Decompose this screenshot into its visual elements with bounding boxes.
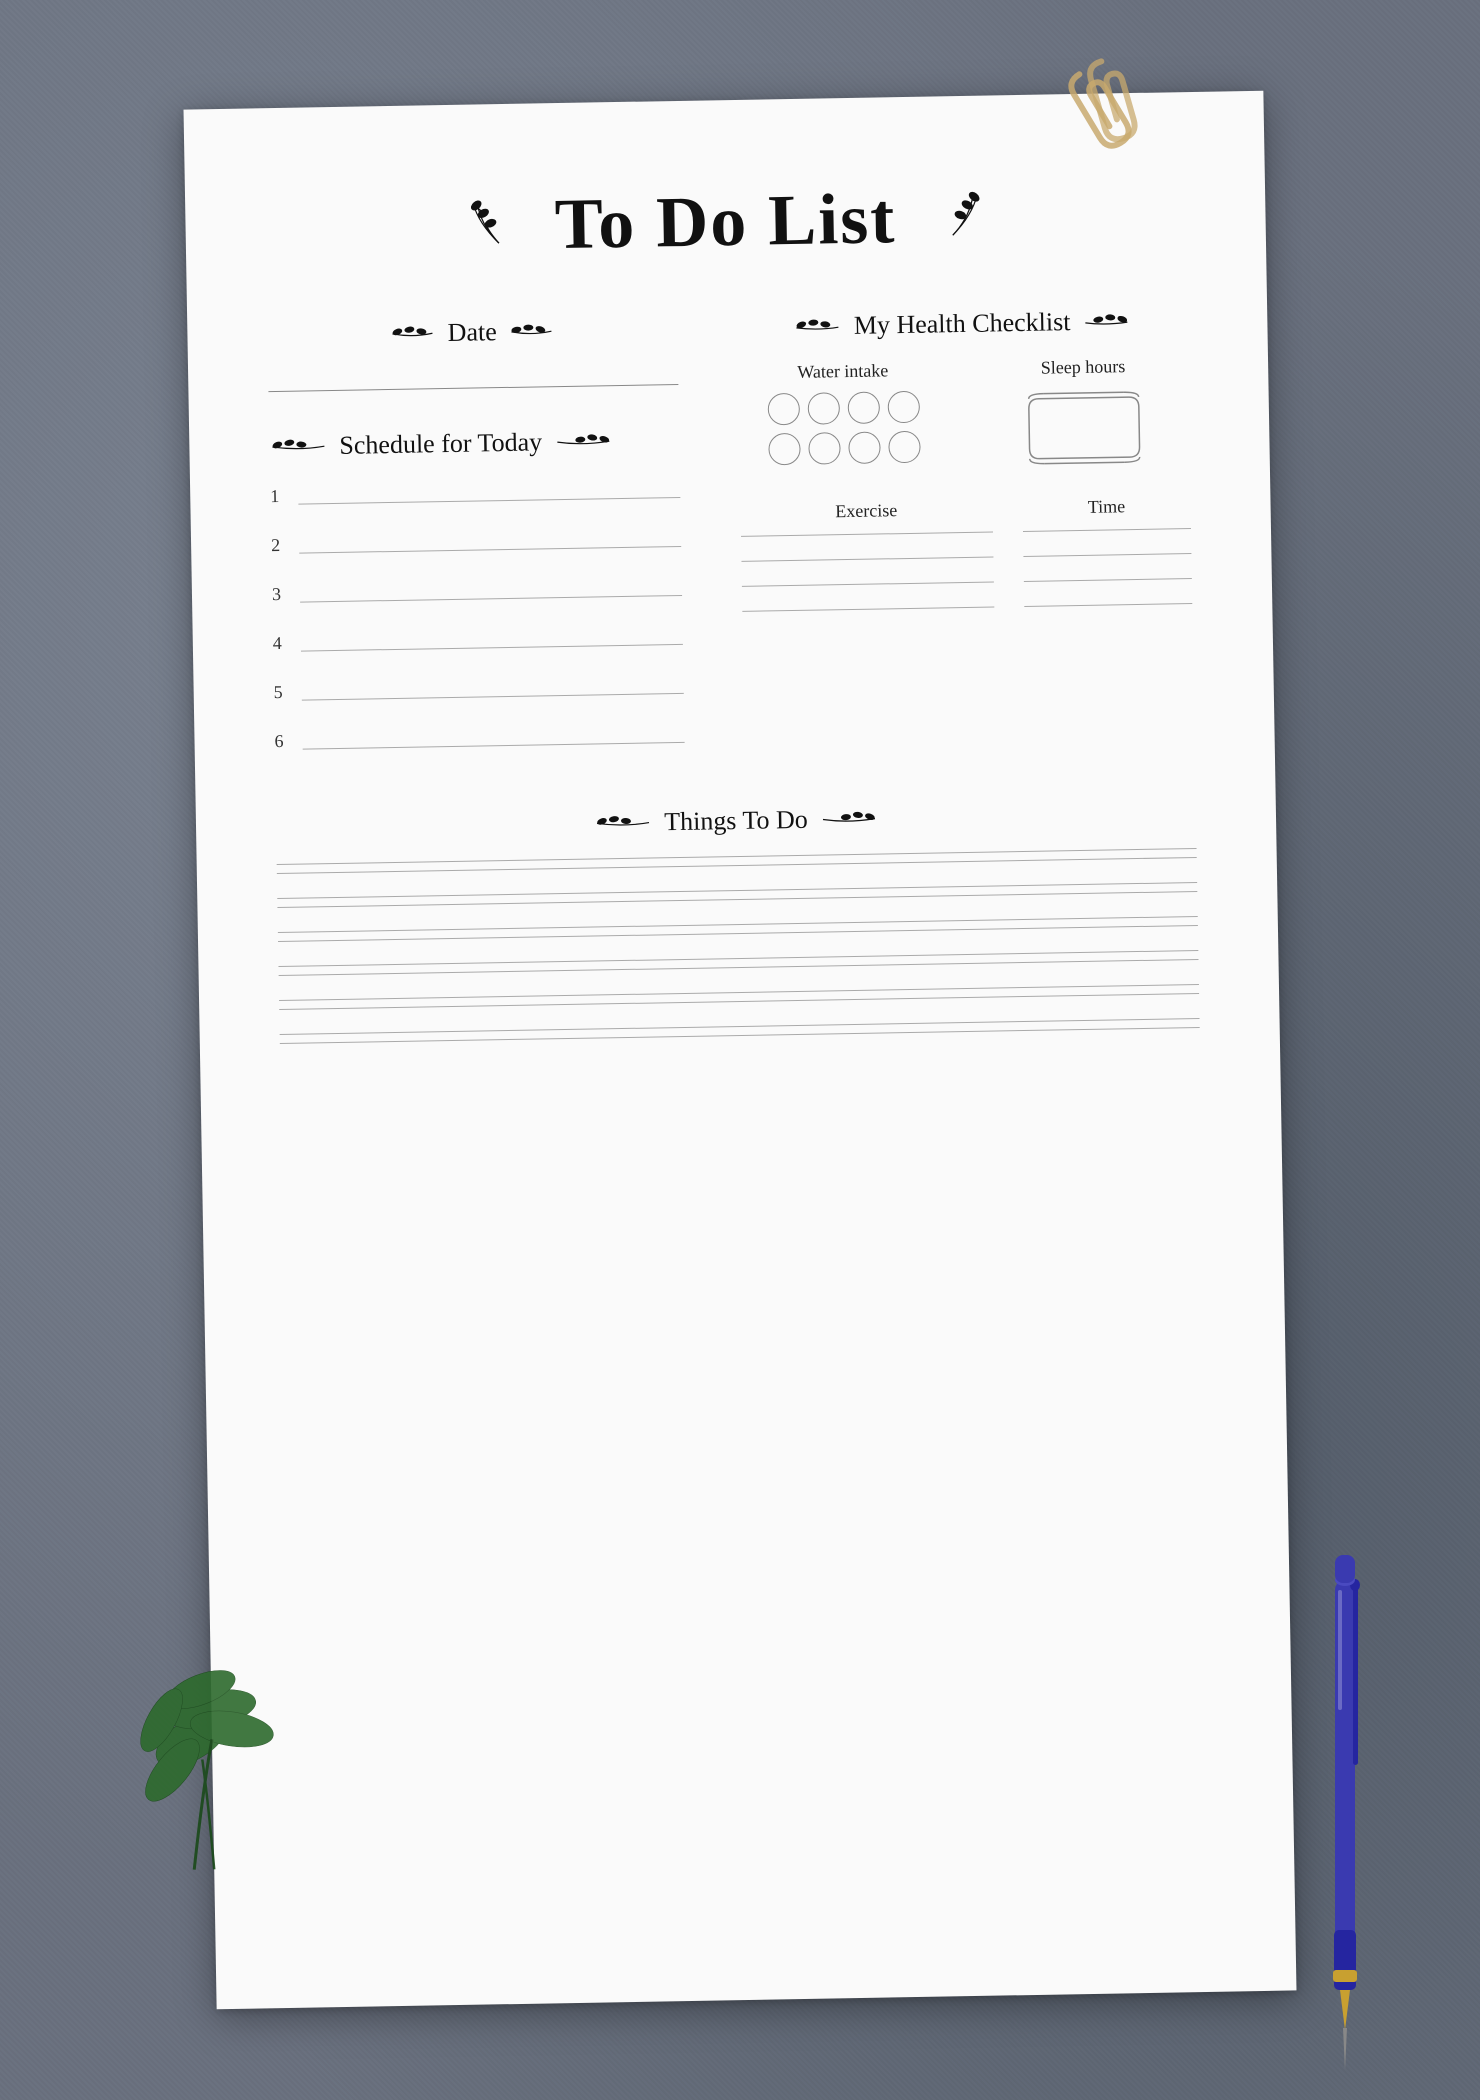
water-circle-5: [768, 433, 801, 466]
date-input-line: [268, 384, 677, 392]
exercise-row-1: [741, 528, 1191, 537]
sleep-section: Sleep hours: [978, 355, 1190, 475]
line-group-1: [277, 848, 1197, 874]
things-line-2b: [277, 891, 1197, 908]
left-column: Date: [267, 314, 684, 764]
water-circle-8: [888, 431, 921, 464]
things-line-3b: [278, 925, 1198, 942]
pen-decoration: [1310, 1550, 1380, 2070]
exercise-label: Exercise: [835, 500, 897, 522]
water-circle-4: [887, 391, 920, 424]
things-line-4b: [279, 959, 1199, 976]
schedule-leaf-right: [552, 428, 612, 456]
line-group-3: [278, 916, 1198, 942]
exercise-line-1: [741, 532, 993, 537]
date-leaf-left: [387, 321, 437, 347]
item-line-5: [302, 693, 683, 701]
date-header: Date: [267, 314, 677, 351]
plant-decoration: [129, 1587, 334, 1890]
line-group-4: [278, 950, 1198, 976]
sleep-label: Sleep hours: [978, 355, 1189, 380]
water-circle-2: [807, 392, 840, 425]
things-line-5b: [279, 993, 1199, 1010]
things-line-2a: [277, 882, 1197, 899]
things-line-5a: [279, 984, 1199, 1001]
schedule-leaf-left: [269, 433, 329, 461]
item-line-6: [303, 742, 684, 750]
things-label: Things To Do: [664, 805, 808, 838]
things-line-1b: [277, 857, 1197, 874]
paper-document: To Do List: [184, 91, 1297, 2010]
schedule-section: Schedule for Today: [269, 425, 684, 764]
item-line-1: [298, 497, 679, 505]
things-line-1a: [277, 848, 1197, 865]
water-circle-1: [767, 393, 800, 426]
health-leaf-right: [1080, 309, 1130, 335]
exercise-header-row: Exercise Time: [740, 495, 1191, 530]
paperclip-decoration: [1043, 52, 1175, 154]
item-number-5: 5: [274, 682, 294, 707]
water-circle-3: [847, 391, 880, 424]
line-group-2: [277, 882, 1197, 908]
water-circle-7: [848, 431, 881, 464]
page-title: To Do List: [554, 177, 897, 266]
schedule-header: Schedule for Today: [269, 425, 679, 462]
water-label: Water intake: [738, 359, 949, 384]
water-section: Water intake: [738, 359, 950, 466]
things-line-6b: [280, 1027, 1200, 1044]
item-number-2: 2: [271, 535, 291, 560]
exercise-section: Exercise Time: [740, 495, 1192, 612]
item-number-4: 4: [273, 633, 293, 658]
water-sleep-section: Water intake Sleep hours: [738, 355, 1190, 479]
date-leaf-right: [507, 319, 557, 345]
health-label: My Health Checklist: [854, 307, 1071, 341]
health-section: My Health Checklist Water intake: [737, 305, 1195, 756]
line-group-6: [280, 1018, 1200, 1044]
water-circles: [738, 390, 949, 466]
things-lines: [277, 848, 1200, 1044]
item-number-6: 6: [274, 731, 294, 756]
sleep-box-svg: [1023, 387, 1144, 469]
item-number-1: 1: [270, 486, 290, 511]
date-section: Date: [267, 314, 678, 392]
things-line-3a: [278, 916, 1198, 933]
things-header: Things To Do: [276, 798, 1196, 844]
things-leaf-left: [594, 809, 654, 837]
schedule-item-1: 1: [270, 479, 680, 511]
water-circle-6: [808, 432, 841, 465]
health-header: My Health Checklist: [737, 305, 1188, 343]
time-line-1: [1023, 528, 1191, 532]
date-label: Date: [447, 317, 497, 348]
item-line-4: [301, 644, 682, 652]
things-leaf-right: [818, 805, 878, 833]
schedule-label: Schedule for Today: [339, 427, 542, 461]
item-line-2: [299, 546, 680, 554]
item-number-3: 3: [272, 584, 292, 609]
things-section: Things To Do: [276, 798, 1200, 1044]
things-line-4a: [278, 950, 1198, 967]
item-line-3: [300, 595, 681, 603]
title-leaf-left: [458, 192, 539, 258]
title-leaf-right: [912, 184, 993, 250]
health-leaf-left: [794, 314, 844, 340]
things-line-6a: [280, 1018, 1200, 1035]
title-area: To Do List: [265, 152, 1187, 271]
schedule-list: 1 2 3 4: [270, 479, 684, 764]
line-group-5: [279, 984, 1199, 1010]
time-label: Time: [1088, 496, 1126, 518]
two-column-layout: Date: [267, 305, 1195, 764]
